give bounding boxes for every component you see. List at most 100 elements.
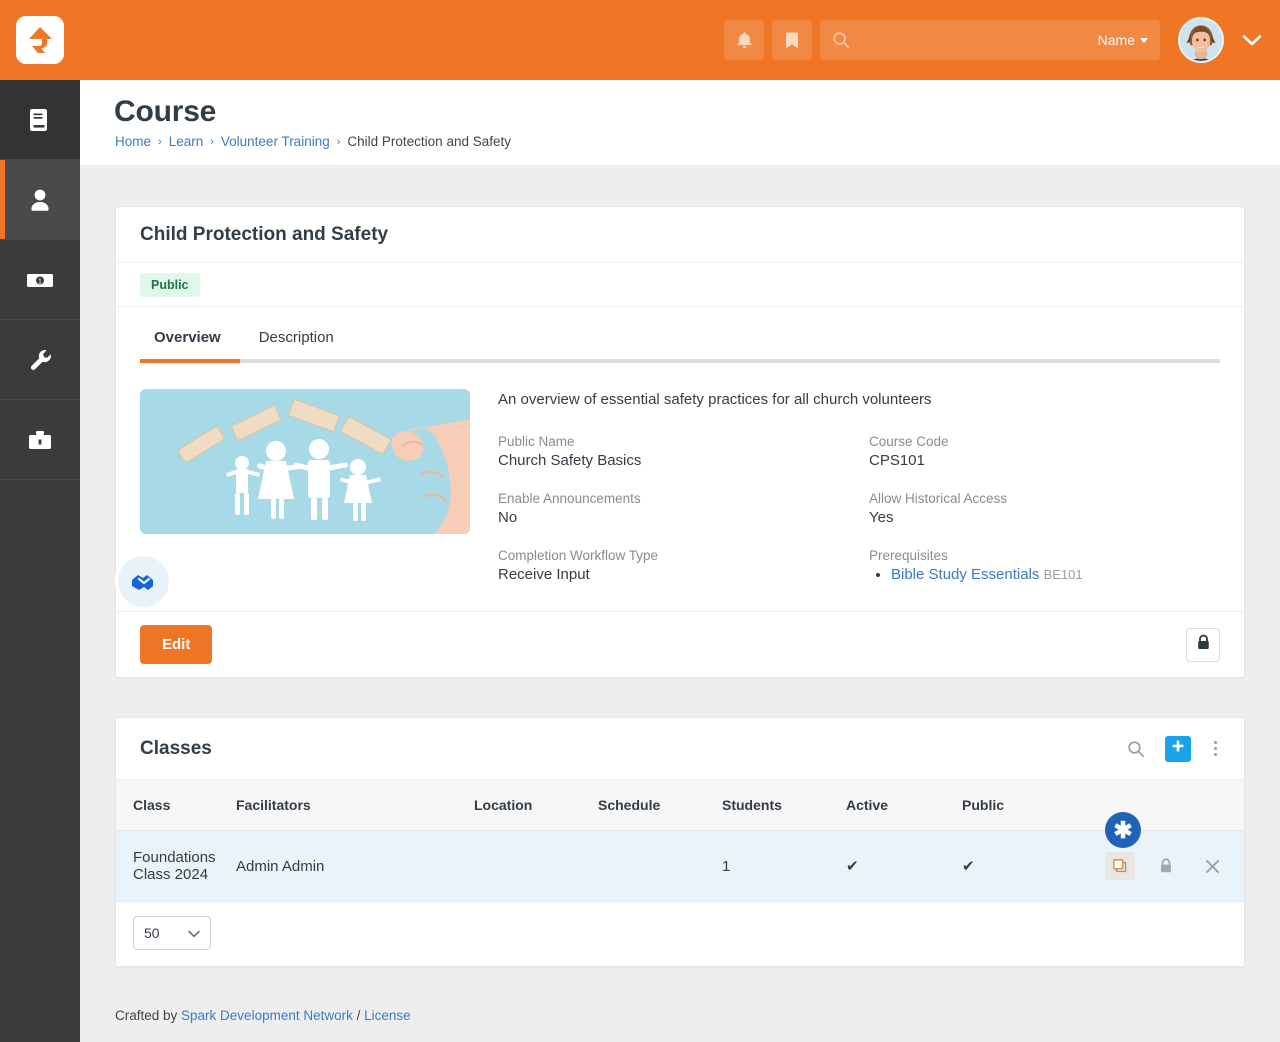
breadcrumb-item-learn[interactable]: Learn [169, 134, 204, 149]
table-row[interactable]: Foundations Class 2024 Admin Admin 1 ✔ ✔… [116, 812, 1244, 902]
bookmark-icon[interactable] [772, 20, 812, 60]
field-public-name: Public Name Church Safety Basics [498, 434, 849, 469]
course-summary: An overview of essential safety practice… [498, 391, 932, 408]
search-icon[interactable] [1127, 740, 1145, 758]
security-button[interactable] [1186, 627, 1220, 662]
top-header-bar: Name [0, 0, 1280, 80]
course-field-grid: Public Name Church Safety Basics Course … [498, 434, 1220, 583]
close-icon[interactable] [1197, 852, 1227, 880]
sidebar-item-cms[interactable] [0, 80, 80, 160]
sidebar-item-people[interactable] [0, 160, 80, 240]
handshake-icon [115, 553, 172, 610]
cursor-marker: ✱ [1105, 812, 1141, 848]
field-value: Yes [869, 509, 894, 526]
footer-divider: / [352, 1008, 365, 1023]
prerequisite-list-item: Bible Study Essentials BE101 [891, 566, 1220, 583]
wrench-icon [25, 345, 55, 375]
chevron-down-icon [1140, 37, 1148, 43]
book-icon [25, 105, 55, 135]
person-icon [25, 185, 55, 215]
edit-button[interactable]: Edit [140, 625, 213, 664]
search-input[interactable] [850, 32, 1098, 48]
sidebar-item-tools[interactable] [0, 400, 80, 480]
tab-overview[interactable]: Overview [140, 321, 235, 359]
search-scope-dropdown[interactable]: Name [1098, 32, 1148, 48]
footer-license-link[interactable]: License [364, 1008, 411, 1023]
tab-active-indicator [140, 359, 240, 363]
field-label: Course Code [869, 434, 949, 449]
column-header-public[interactable]: Public [962, 780, 1092, 831]
course-tabs: Overview Description [116, 307, 1244, 359]
lock-icon [1196, 634, 1211, 656]
table-header-row: Class Facilitators Location Schedule Stu… [116, 780, 1244, 831]
plus-icon [1171, 739, 1185, 758]
field-value: Church Safety Basics [498, 452, 642, 469]
avatar[interactable] [1178, 17, 1224, 63]
course-panel-header: Child Protection and Safety [116, 207, 1244, 263]
cell-schedule [598, 830, 722, 902]
page-title: Course [114, 95, 217, 128]
lock-icon[interactable] [1151, 852, 1181, 880]
bell-icon[interactable] [724, 20, 764, 60]
breadcrumb: Home › Learn › Volunteer Training › Chil… [115, 134, 511, 149]
breadcrumb-separator-icon: › [210, 135, 214, 148]
breadcrumb-item-current: Child Protection and Safety [347, 134, 511, 149]
breadcrumb-separator-icon: › [158, 135, 162, 148]
footer-org-link[interactable]: Spark Development Network [181, 1008, 353, 1023]
classes-panel-actions [1127, 735, 1220, 762]
row-action-icons: ✱ [1092, 812, 1227, 880]
sidebar-item-admin[interactable] [0, 320, 80, 400]
field-label: Completion Workflow Type [498, 548, 659, 563]
page-size-select[interactable]: 50 [133, 916, 211, 950]
sidebar-item-finance[interactable]: 1 [0, 240, 80, 320]
field-value: Receive Input [498, 566, 590, 583]
page-header: Course Home › Learn › Volunteer Training… [80, 80, 1280, 165]
search-scope-label: Name [1097, 32, 1135, 48]
kebab-menu-icon[interactable] [1211, 738, 1220, 759]
page-size-value: 50 [144, 925, 160, 941]
course-title: Child Protection and Safety [140, 223, 389, 245]
copy-icon[interactable] [1105, 852, 1135, 880]
classes-table-body: Foundations Class 2024 Admin Admin 1 ✔ ✔… [116, 812, 1244, 902]
column-header-schedule[interactable]: Schedule [598, 780, 722, 831]
classes-table: Class Facilitators Location Schedule Stu… [116, 780, 1244, 902]
add-class-button[interactable] [1165, 735, 1191, 762]
field-enable-announcements: Enable Announcements No [498, 491, 849, 526]
course-detail-panel: Child Protection and Safety Public Overv… [115, 206, 1245, 678]
sidebar-nav: 1 [0, 80, 80, 1042]
classes-panel-header: Classes [116, 718, 1244, 780]
course-thumbnail [140, 389, 470, 534]
column-header-active[interactable]: Active [846, 780, 962, 831]
field-value: Bible Study Essentials BE101 [869, 566, 1220, 583]
field-label: Allow Historical Access [869, 491, 1008, 506]
breadcrumb-item-volunteer-training[interactable]: Volunteer Training [221, 134, 330, 149]
course-panel-footer: Edit [116, 611, 1244, 677]
tab-underline [140, 359, 1220, 363]
field-prerequisites: Prerequisites Bible Study Essentials BE1… [869, 548, 1220, 583]
global-search-bar[interactable]: Name [820, 20, 1160, 60]
course-body: An overview of essential safety practice… [115, 363, 1244, 611]
course-image-wrap [115, 389, 470, 610]
user-menu-chevron-down-icon[interactable] [1242, 34, 1262, 47]
field-label: Enable Announcements [498, 491, 641, 506]
classes-panel: Classes Class Facilitators Location Sche… [115, 717, 1245, 967]
briefcase-icon [25, 425, 55, 455]
rock-logo-icon[interactable] [16, 16, 64, 64]
column-header-facilitators[interactable]: Facilitators [236, 780, 474, 831]
svg-text:1: 1 [38, 278, 42, 285]
field-course-code: Course Code CPS101 [869, 434, 1220, 469]
tab-description[interactable]: Description [245, 321, 348, 359]
breadcrumb-item-home[interactable]: Home [115, 134, 151, 149]
cell-public: ✔ [962, 830, 1092, 902]
course-badge-bar: Public [116, 263, 1244, 307]
money-bill-icon: 1 [24, 265, 56, 295]
column-header-students[interactable]: Students [722, 780, 846, 831]
column-header-class[interactable]: Class [116, 780, 236, 831]
prerequisite-link[interactable]: Bible Study Essentials [891, 566, 1039, 583]
field-allow-historical-access: Allow Historical Access Yes [869, 491, 1220, 526]
breadcrumb-separator-icon: › [336, 135, 341, 148]
column-header-location[interactable]: Location [474, 780, 598, 831]
chevron-down-icon [188, 925, 200, 941]
footer-prefix: Crafted by [115, 1008, 182, 1023]
footer-credit: Crafted by Spark Development Network / L… [115, 1008, 411, 1023]
